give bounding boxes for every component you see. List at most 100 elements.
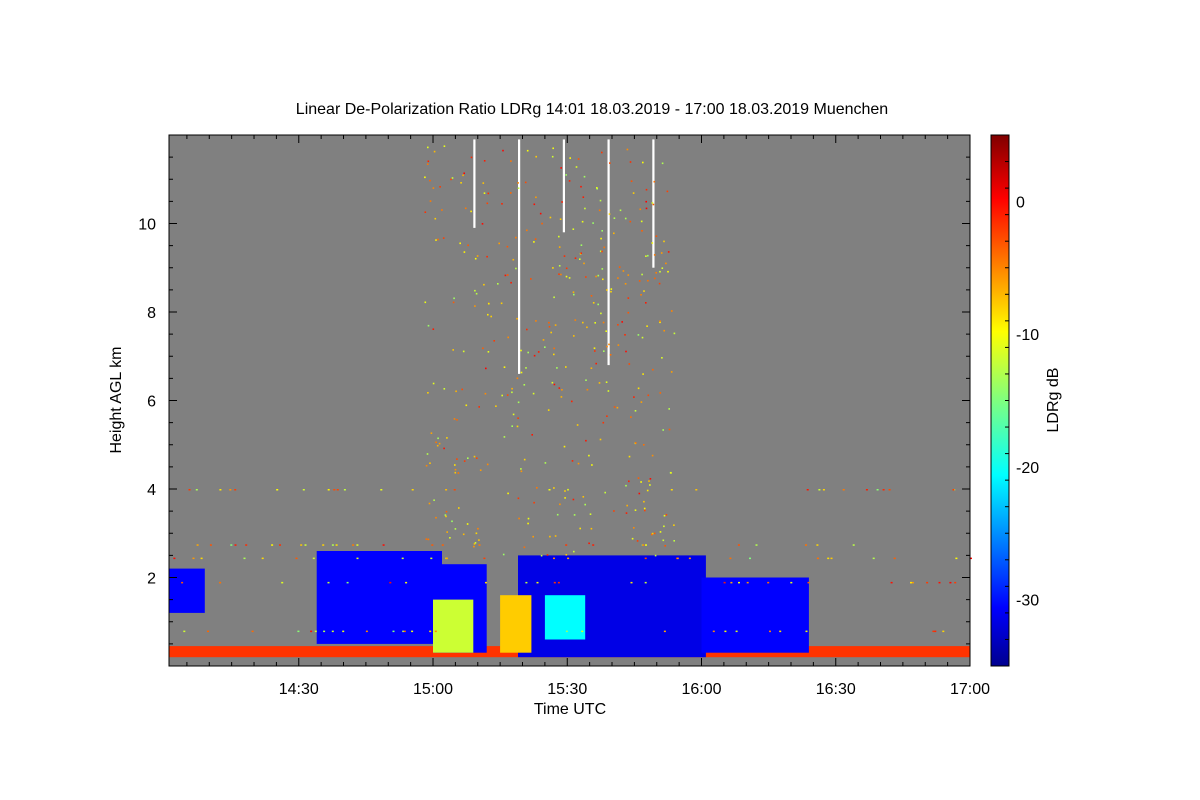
speckle [229,489,232,491]
speckle [755,544,758,546]
speckle [616,406,619,409]
speckle [437,437,439,440]
speckle [628,363,631,365]
speckle [607,390,610,392]
speckle [183,630,186,633]
speckle [955,557,958,560]
speckle [435,441,437,444]
speckle [432,382,435,385]
speckle [507,492,509,495]
speckle [643,290,645,292]
speckle [546,554,549,556]
speckle [553,347,555,350]
speckle [559,218,562,220]
speckle [661,162,664,165]
speckle [553,487,555,489]
speckle [526,229,528,232]
speckle [599,199,602,202]
speckle [619,209,622,212]
speckle [583,175,586,178]
speckle [251,630,254,633]
speckle [483,192,486,194]
speckle [540,554,543,557]
speckle [663,329,665,332]
speckle [580,244,583,246]
speckle [310,630,313,633]
speckle [427,538,430,541]
speckle [437,238,439,241]
speckle [527,522,529,525]
speckle [591,464,593,466]
speckle [380,489,383,491]
speckle [636,540,639,542]
speckle [497,283,499,285]
speckle [910,581,912,584]
speckle [424,211,427,213]
speckle [200,557,203,560]
speckle [573,335,575,337]
speckle [663,240,665,243]
speckle [333,489,336,491]
speckle [230,544,233,546]
speckle [516,425,519,428]
speckle [585,276,587,278]
speckle [487,192,490,195]
speckle [443,388,446,390]
speckle [647,254,649,257]
speckle [602,321,605,324]
speckle [530,278,532,280]
speckle [490,315,492,318]
speckle [579,258,581,260]
speckle [474,289,476,292]
speckle [523,458,526,461]
speckle [633,396,635,398]
speckle [629,161,632,163]
speckle [661,357,663,359]
speckle [243,557,246,560]
speckle [434,217,437,220]
speckle [331,630,334,633]
speckle [535,320,537,322]
speckle [488,302,490,305]
speckle [560,396,563,398]
speckle [451,520,453,523]
speckle [626,504,628,507]
speckle [671,310,673,312]
speckle [663,630,666,633]
speckle [668,408,670,410]
speckle [634,509,637,511]
speckle [503,366,506,368]
speckle [805,630,808,633]
speckle [594,322,596,324]
speckle [572,291,575,293]
depolarizing-region [500,595,532,653]
speckle [336,489,339,491]
speckle [461,388,463,391]
speckle [606,345,608,348]
colorbar-tick-label: -10 [1016,327,1039,344]
speckle [641,230,643,232]
speckle [586,388,589,391]
speckle [495,405,497,407]
speckle [596,187,598,189]
speckle [207,630,209,633]
speckle [568,277,571,279]
speckle [590,295,593,297]
speckle [535,196,537,199]
speckle [479,469,482,471]
speckle [428,502,431,505]
speckle [261,557,264,560]
speckle [501,394,503,397]
speckle [565,275,568,278]
speckle [322,544,325,546]
speckle [553,557,555,560]
speckle [523,546,526,549]
speckle [356,544,359,546]
speckle [647,394,650,397]
speckle [195,489,198,491]
ldr-chart: Linear De-Polarization Ratio LDRg 14:01 … [0,0,1200,800]
speckle [565,366,567,368]
speckle [181,581,184,584]
speckle [435,516,437,519]
speckle [556,367,558,369]
